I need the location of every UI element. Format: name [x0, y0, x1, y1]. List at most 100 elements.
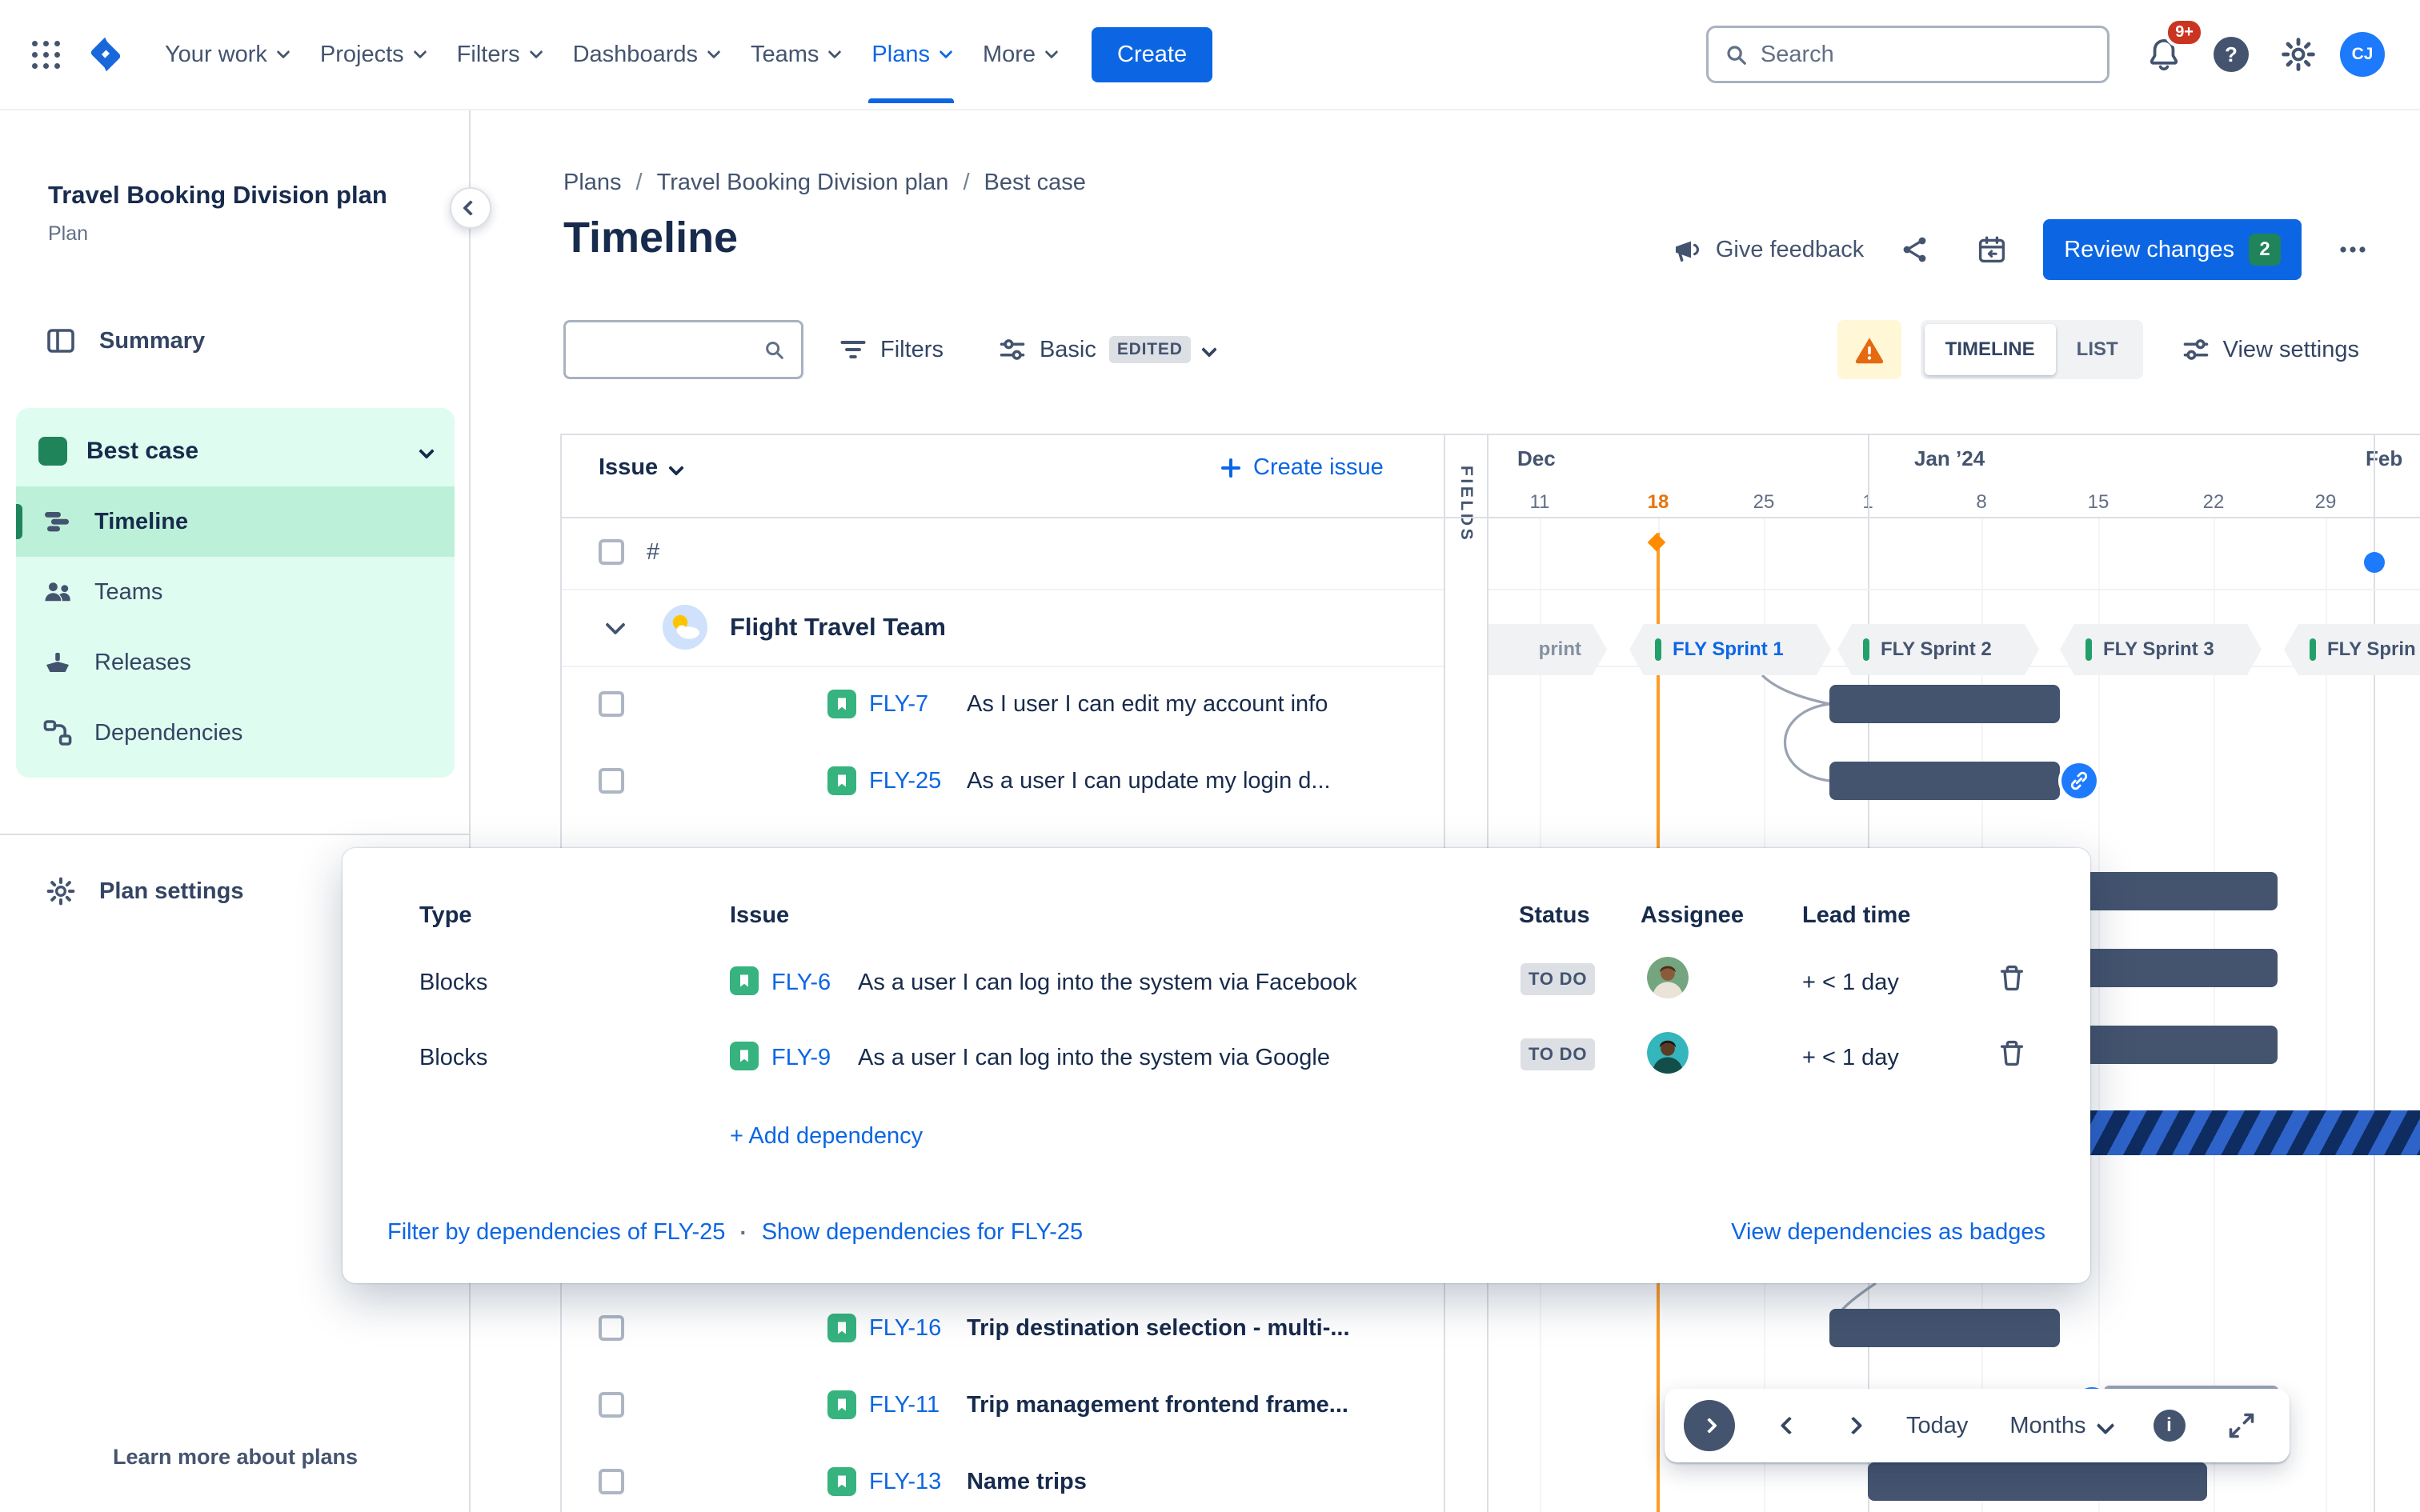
view-mode-button[interactable]: Basic EDITED — [979, 320, 1234, 379]
fullscreen-button[interactable] — [2213, 1400, 2270, 1451]
global-search[interactable] — [1706, 26, 2109, 83]
sidebar-item-summary[interactable]: Summary — [26, 309, 445, 373]
group-expander-icon[interactable] — [605, 614, 626, 635]
sidebar-item-teams[interactable]: Teams — [16, 557, 455, 627]
user-avatar[interactable]: CJ — [2340, 32, 2385, 77]
breadcrumb-scenario[interactable]: Best case — [984, 170, 1086, 196]
timeline-bar-fly-25[interactable] — [1829, 762, 2060, 800]
nav-item-filters[interactable]: Filters — [441, 29, 557, 81]
row-checkbox[interactable] — [599, 1469, 624, 1494]
more-actions-button[interactable] — [2327, 224, 2378, 275]
issue-key-link[interactable]: FLY-25 — [869, 768, 941, 794]
create-issue-button[interactable]: Create issue — [1220, 454, 1384, 481]
sprint-bar-fly-sprint-2[interactable]: FLY Sprint 2 — [1837, 624, 2039, 675]
issue-summary: Trip destination selection - multi-... — [967, 1315, 1350, 1341]
issue-key-link[interactable]: FLY-16 — [869, 1315, 941, 1342]
scroll-right-button[interactable] — [1828, 1400, 1879, 1451]
filter-icon — [840, 340, 866, 359]
timeline-bar-fly-7[interactable] — [1829, 685, 2060, 723]
toggle-timeline[interactable]: TIMELINE — [1924, 324, 2056, 375]
jira-logo[interactable] — [85, 34, 126, 75]
row-checkbox[interactable] — [599, 691, 624, 717]
sidebar-item-timeline[interactable]: Timeline — [16, 486, 455, 557]
view-settings-button[interactable]: View settings — [2162, 320, 2378, 379]
scroll-left-button[interactable] — [1764, 1400, 1815, 1451]
give-feedback-button[interactable]: Give feedback — [1671, 234, 1864, 266]
row-checkbox[interactable] — [599, 539, 624, 565]
scroll-to-button[interactable] — [1684, 1400, 1735, 1451]
scenario-selector[interactable]: Best case — [16, 416, 455, 486]
sidebar-item-dependencies[interactable]: Dependencies — [16, 698, 455, 768]
breadcrumb-plans[interactable]: Plans — [563, 170, 622, 196]
share-button[interactable] — [1889, 224, 1941, 275]
issue-key-link[interactable]: FLY-13 — [869, 1469, 941, 1495]
nav-item-projects[interactable]: Projects — [304, 29, 441, 81]
header-actions: Give feedback Review changes 2 — [1671, 219, 2378, 280]
sprint-bar-fly-sprint-4[interactable]: FLY Sprin — [2284, 624, 2420, 675]
zoom-level-dropdown[interactable]: Months — [1995, 1400, 2126, 1451]
timeline-bar-fly-13[interactable] — [1868, 1462, 2207, 1501]
view-dependencies-as-badges-link[interactable]: View dependencies as badges — [1731, 1219, 2045, 1245]
issue-key-link[interactable]: FLY-11 — [869, 1392, 940, 1418]
app-switcher-icon[interactable] — [32, 41, 60, 69]
nav-item-teams[interactable]: Teams — [735, 29, 855, 81]
issue-key-link[interactable]: FLY-9 — [771, 1045, 831, 1071]
sidebar-item-label: Teams — [94, 578, 163, 605]
timeline-bar-striped[interactable] — [2033, 1110, 2420, 1155]
create-button[interactable]: Create — [1092, 26, 1213, 82]
notifications-button[interactable]: 9+ — [2138, 18, 2204, 80]
issue-search[interactable] — [563, 320, 803, 379]
nav-item-your-work[interactable]: Your work — [149, 29, 304, 81]
settings-button[interactable] — [2273, 29, 2324, 80]
nav-item-dashboards[interactable]: Dashboards — [557, 29, 735, 81]
dependency-badge-icon[interactable] — [2061, 763, 2097, 798]
release-marker[interactable] — [2364, 552, 2385, 573]
issue-key-link[interactable]: FLY-6 — [771, 970, 831, 996]
review-changes-button[interactable]: Review changes 2 — [2043, 219, 2302, 280]
filters-button[interactable]: Filters — [819, 320, 963, 379]
filter-by-dependencies-link[interactable]: Filter by dependencies of FLY-25 — [387, 1219, 725, 1246]
timeline-bar-fly-16[interactable] — [1829, 1309, 2060, 1347]
sprint-bar-fly-sprint-3[interactable]: FLY Sprint 3 — [2060, 624, 2262, 675]
row-checkbox[interactable] — [599, 768, 624, 794]
sprint-label: print — [1538, 638, 1581, 660]
view-toggle: TIMELINE LIST — [1920, 320, 2143, 379]
sprint-bar-fly-sprint-1[interactable]: FLY Sprint 1 — [1629, 624, 1831, 675]
nav-item-plans[interactable]: Plans — [855, 29, 967, 102]
issue-key-link[interactable]: FLY-7 — [869, 691, 928, 718]
row-checkbox[interactable] — [599, 1392, 624, 1418]
sidebar-item-releases[interactable]: Releases — [16, 627, 455, 698]
search-input[interactable] — [1760, 41, 2091, 68]
sidebar-collapse-button[interactable] — [450, 187, 491, 229]
issue-summary: Trip management frontend frame... — [967, 1392, 1348, 1418]
notifications-badge: 9+ — [2165, 18, 2204, 47]
plan-title: Travel Booking Division plan — [48, 181, 387, 209]
timeline-controls: Today Months i — [1665, 1389, 2290, 1462]
info-button[interactable]: i — [2139, 1400, 2200, 1451]
row-checkbox[interactable] — [599, 1315, 624, 1341]
nav-item-more[interactable]: More — [967, 29, 1072, 81]
date-tick: 29 — [2314, 491, 2337, 513]
story-type-icon — [827, 1390, 856, 1419]
chevron-down-icon — [827, 45, 842, 59]
issue-column-header[interactable]: Issue — [599, 454, 685, 481]
month-label: Jan ’24 — [1914, 446, 1985, 470]
help-button[interactable]: ? — [2206, 29, 2257, 80]
warning-button[interactable] — [1837, 320, 1901, 379]
group-name[interactable]: Flight Travel Team — [730, 613, 946, 642]
today-button[interactable]: Today — [1892, 1400, 1982, 1451]
chevron-down-icon — [529, 45, 543, 59]
popup-column-lead-time: Lead time — [1802, 902, 1911, 928]
issue-search-input[interactable] — [582, 337, 751, 362]
learn-more-link[interactable]: Learn more about plans — [0, 1445, 471, 1470]
assignee-avatar — [1647, 957, 1689, 998]
add-dependency-link[interactable]: + Add dependency — [730, 1123, 923, 1150]
delete-dependency-button[interactable] — [1997, 963, 2026, 998]
show-dependencies-link[interactable]: Show dependencies for FLY-25 — [762, 1219, 1083, 1246]
month-divider — [2374, 434, 2375, 1512]
delete-dependency-button[interactable] — [1997, 1038, 2026, 1073]
schedule-button[interactable] — [1966, 224, 2017, 275]
breadcrumb-plan[interactable]: Travel Booking Division plan — [657, 170, 949, 196]
toggle-list[interactable]: LIST — [2056, 324, 2139, 375]
sprint-bar-past[interactable]: print — [1488, 624, 1607, 675]
